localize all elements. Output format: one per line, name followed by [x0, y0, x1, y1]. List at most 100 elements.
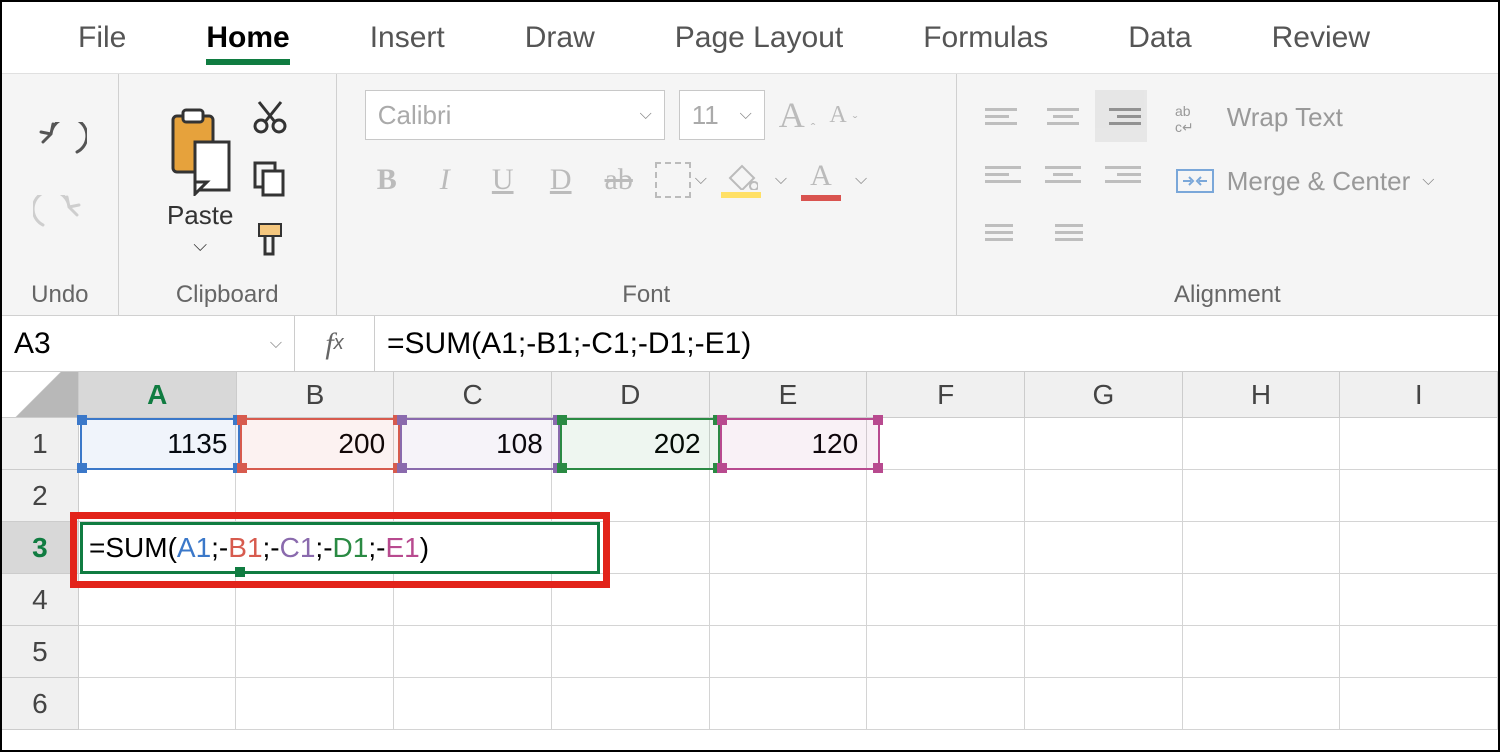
row-header-2[interactable]: 2: [2, 470, 79, 522]
cell-G3[interactable]: [1025, 522, 1183, 574]
cell-F5[interactable]: [867, 626, 1025, 678]
col-header-H[interactable]: H: [1183, 372, 1341, 418]
increase-indent-button[interactable]: [1037, 206, 1089, 258]
align-top-left-button[interactable]: [979, 90, 1031, 142]
cell-E4[interactable]: [710, 574, 868, 626]
font-name-select[interactable]: Calibri ⌵: [365, 90, 665, 140]
cell-C5[interactable]: [394, 626, 552, 678]
align-middle-right-button[interactable]: [1095, 148, 1147, 200]
formula-input[interactable]: =SUM(A1;-B1;-C1;-D1;-E1): [375, 327, 1498, 361]
font-color-button[interactable]: A: [801, 159, 841, 201]
undo-button[interactable]: [33, 122, 87, 167]
col-header-A[interactable]: A: [79, 372, 237, 418]
cell-H2[interactable]: [1183, 470, 1341, 522]
tab-insert[interactable]: Insert: [330, 2, 485, 73]
cell-H5[interactable]: [1183, 626, 1341, 678]
col-header-D[interactable]: D: [552, 372, 710, 418]
fx-label[interactable]: fx: [295, 316, 375, 371]
tab-data[interactable]: Data: [1088, 2, 1231, 73]
name-box[interactable]: A3 ⌵: [2, 316, 295, 371]
tab-page-layout[interactable]: Page Layout: [635, 2, 883, 73]
cell-B5[interactable]: [236, 626, 394, 678]
cell-A5[interactable]: [79, 626, 237, 678]
cell-I2[interactable]: [1340, 470, 1498, 522]
col-header-I[interactable]: I: [1340, 372, 1498, 418]
tab-file[interactable]: File: [38, 2, 166, 73]
double-underline-button[interactable]: D: [539, 158, 583, 202]
select-all-corner[interactable]: [2, 372, 79, 418]
editing-cell-A3[interactable]: =SUM(A1;-B1;-C1;-D1;-E1): [80, 522, 600, 574]
cell-H6[interactable]: [1183, 678, 1341, 730]
col-header-C[interactable]: C: [394, 372, 552, 418]
wrap-text-button[interactable]: abc↵ Wrap Text: [1175, 100, 1435, 134]
align-top-center-button[interactable]: [1037, 90, 1089, 142]
cell-I4[interactable]: [1340, 574, 1498, 626]
row-header-3[interactable]: 3: [2, 522, 79, 574]
fill-color-button[interactable]: [721, 162, 761, 198]
cell-E6[interactable]: [710, 678, 868, 730]
cell-F6[interactable]: [867, 678, 1025, 730]
borders-button[interactable]: ⌵: [655, 162, 707, 198]
cell-F2[interactable]: [867, 470, 1025, 522]
cell-E5[interactable]: [710, 626, 868, 678]
cell-A2[interactable]: [79, 470, 237, 522]
cell-A4[interactable]: [79, 574, 237, 626]
cell-D2[interactable]: [552, 470, 710, 522]
cell-G4[interactable]: [1025, 574, 1183, 626]
shrink-font-button[interactable]: Aˇ: [829, 102, 857, 129]
cell-C6[interactable]: [394, 678, 552, 730]
tab-review[interactable]: Review: [1232, 2, 1410, 73]
paste-button[interactable]: Paste ⌵: [165, 106, 235, 256]
cell-F1[interactable]: [867, 418, 1025, 470]
cell-G1[interactable]: [1025, 418, 1183, 470]
row-header-6[interactable]: 6: [2, 678, 79, 730]
cell-I3[interactable]: [1340, 522, 1498, 574]
underline-button[interactable]: U: [481, 158, 525, 202]
row-header-1[interactable]: 1: [2, 418, 79, 470]
cell-C2[interactable]: [394, 470, 552, 522]
tab-draw[interactable]: Draw: [485, 2, 635, 73]
cell-G2[interactable]: [1025, 470, 1183, 522]
cell-E3[interactable]: [710, 522, 868, 574]
cell-F3[interactable]: [867, 522, 1025, 574]
align-top-right-button[interactable]: [1095, 90, 1147, 142]
col-header-G[interactable]: G: [1025, 372, 1183, 418]
col-header-B[interactable]: B: [237, 372, 395, 418]
row-header-5[interactable]: 5: [2, 626, 79, 678]
cell-D5[interactable]: [552, 626, 710, 678]
align-middle-center-button[interactable]: [1037, 148, 1089, 200]
cell-I6[interactable]: [1340, 678, 1498, 730]
redo-button[interactable]: [33, 195, 87, 240]
copy-button[interactable]: [251, 159, 289, 202]
cell-I5[interactable]: [1340, 626, 1498, 678]
col-header-E[interactable]: E: [710, 372, 868, 418]
merge-center-button[interactable]: Merge & Center ⌵: [1175, 164, 1435, 198]
cell-B2[interactable]: [236, 470, 394, 522]
cell-H4[interactable]: [1183, 574, 1341, 626]
align-middle-left-button[interactable]: [979, 148, 1031, 200]
font-size-select[interactable]: 11 ⌵: [679, 90, 765, 140]
cell-D6[interactable]: [552, 678, 710, 730]
cell-C4[interactable]: [394, 574, 552, 626]
tab-formulas[interactable]: Formulas: [883, 2, 1088, 73]
decrease-indent-button[interactable]: [979, 206, 1031, 258]
fill-handle[interactable]: [235, 567, 245, 577]
cell-G6[interactable]: [1025, 678, 1183, 730]
cell-H3[interactable]: [1183, 522, 1341, 574]
format-painter-button[interactable]: [251, 220, 289, 263]
tab-home[interactable]: Home: [166, 2, 329, 73]
row-header-4[interactable]: 4: [2, 574, 79, 626]
italic-button[interactable]: I: [423, 158, 467, 202]
cell-H1[interactable]: [1183, 418, 1341, 470]
bold-button[interactable]: B: [365, 158, 409, 202]
cell-G5[interactable]: [1025, 626, 1183, 678]
grow-font-button[interactable]: Aˆ: [779, 94, 816, 136]
col-header-F[interactable]: F: [867, 372, 1025, 418]
cell-B6[interactable]: [236, 678, 394, 730]
strikethrough-button[interactable]: ab: [597, 158, 641, 202]
cell-F4[interactable]: [867, 574, 1025, 626]
cut-button[interactable]: [251, 98, 289, 141]
cell-B4[interactable]: [236, 574, 394, 626]
cell-I1[interactable]: [1340, 418, 1498, 470]
cell-E2[interactable]: [710, 470, 868, 522]
